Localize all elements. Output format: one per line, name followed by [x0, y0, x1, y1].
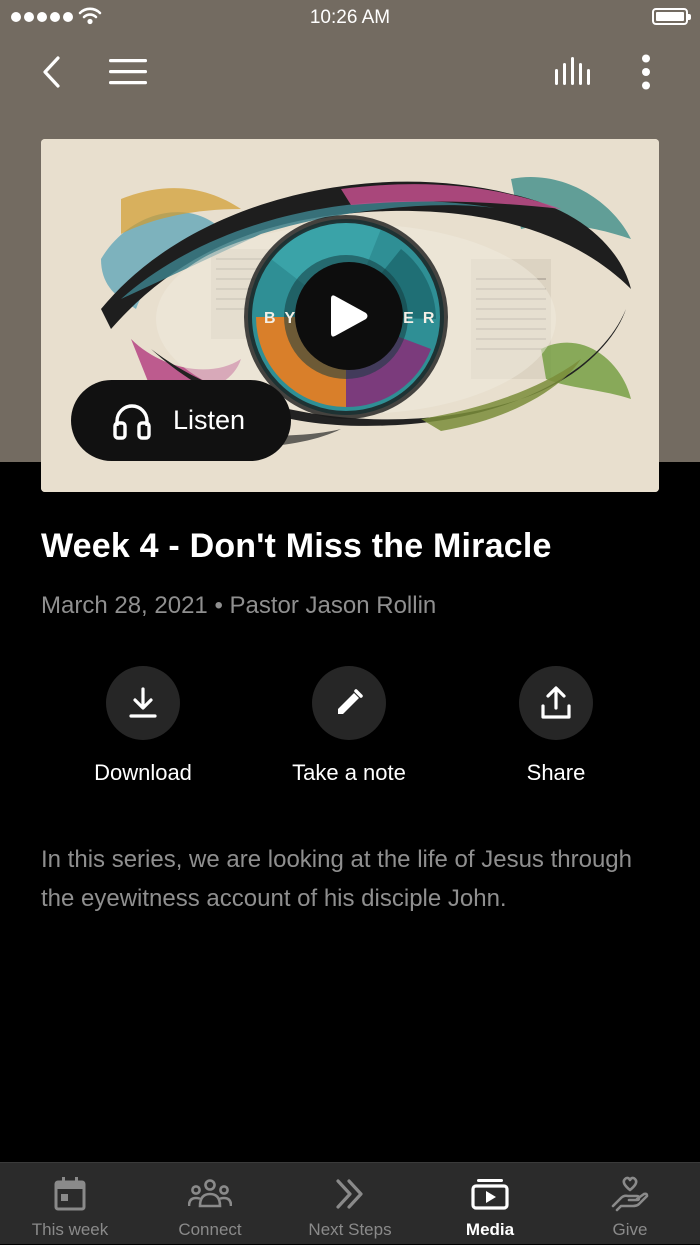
status-bar: 10:26 AM [0, 0, 700, 36]
more-options-button[interactable] [628, 50, 664, 94]
tab-bar: This week Connect Next Steps Media Give [0, 1162, 700, 1244]
tab-give[interactable]: Give [560, 1163, 700, 1245]
tab-next-steps[interactable]: Next Steps [280, 1163, 420, 1245]
calendar-icon [54, 1177, 86, 1211]
share-label: Share [526, 760, 586, 785]
sermon-description: In this series, we are looking at the li… [41, 846, 632, 912]
back-button[interactable] [30, 50, 74, 94]
sermon-title: Week 4 - Don't Miss the Miracle [41, 527, 552, 565]
download-icon [129, 687, 157, 718]
share-icon [541, 686, 571, 719]
download-circle[interactable] [106, 666, 180, 740]
listen-button[interactable]: Listen [71, 380, 291, 461]
sermon-meta: March 28, 2021 • Pastor Jason Rollin [41, 592, 437, 619]
tab-give-label: Give [612, 1220, 648, 1239]
chevron-left-icon [43, 56, 60, 88]
tab-next-steps-label: Next Steps [308, 1220, 392, 1239]
listen-label: Listen [173, 405, 246, 435]
more-vertical-icon [642, 54, 650, 90]
tab-media-label: Media [465, 1220, 515, 1239]
battery-icon [652, 8, 691, 25]
take-note-button[interactable]: Take a note [259, 666, 439, 786]
play-icon [331, 295, 368, 337]
download-button[interactable]: Download [53, 666, 233, 786]
take-note-label: Take a note [292, 760, 406, 785]
hand-heart-icon [611, 1176, 649, 1212]
tab-this-week[interactable]: This week [0, 1163, 140, 1245]
tab-media[interactable]: Media [420, 1163, 560, 1245]
status-time: 10:26 AM [309, 7, 391, 28]
download-label: Download [94, 760, 192, 785]
pencil-icon [338, 689, 363, 714]
audio-button[interactable] [550, 50, 596, 94]
play-button[interactable] [295, 262, 403, 370]
tab-connect-label: Connect [178, 1220, 242, 1239]
share-circle[interactable] [519, 666, 593, 740]
tab-this-week-label: This week [31, 1220, 109, 1239]
hamburger-menu-icon [109, 59, 147, 85]
double-chevron-right-icon [336, 1179, 363, 1209]
headphones-icon [113, 403, 151, 440]
audio-bars-icon [555, 57, 590, 85]
menu-button[interactable] [104, 50, 152, 94]
take-note-circle[interactable] [312, 666, 386, 740]
people-icon [188, 1179, 232, 1208]
media-play-icon [471, 1179, 509, 1210]
share-button[interactable]: Share [466, 666, 646, 786]
tab-connect[interactable]: Connect [140, 1163, 280, 1245]
